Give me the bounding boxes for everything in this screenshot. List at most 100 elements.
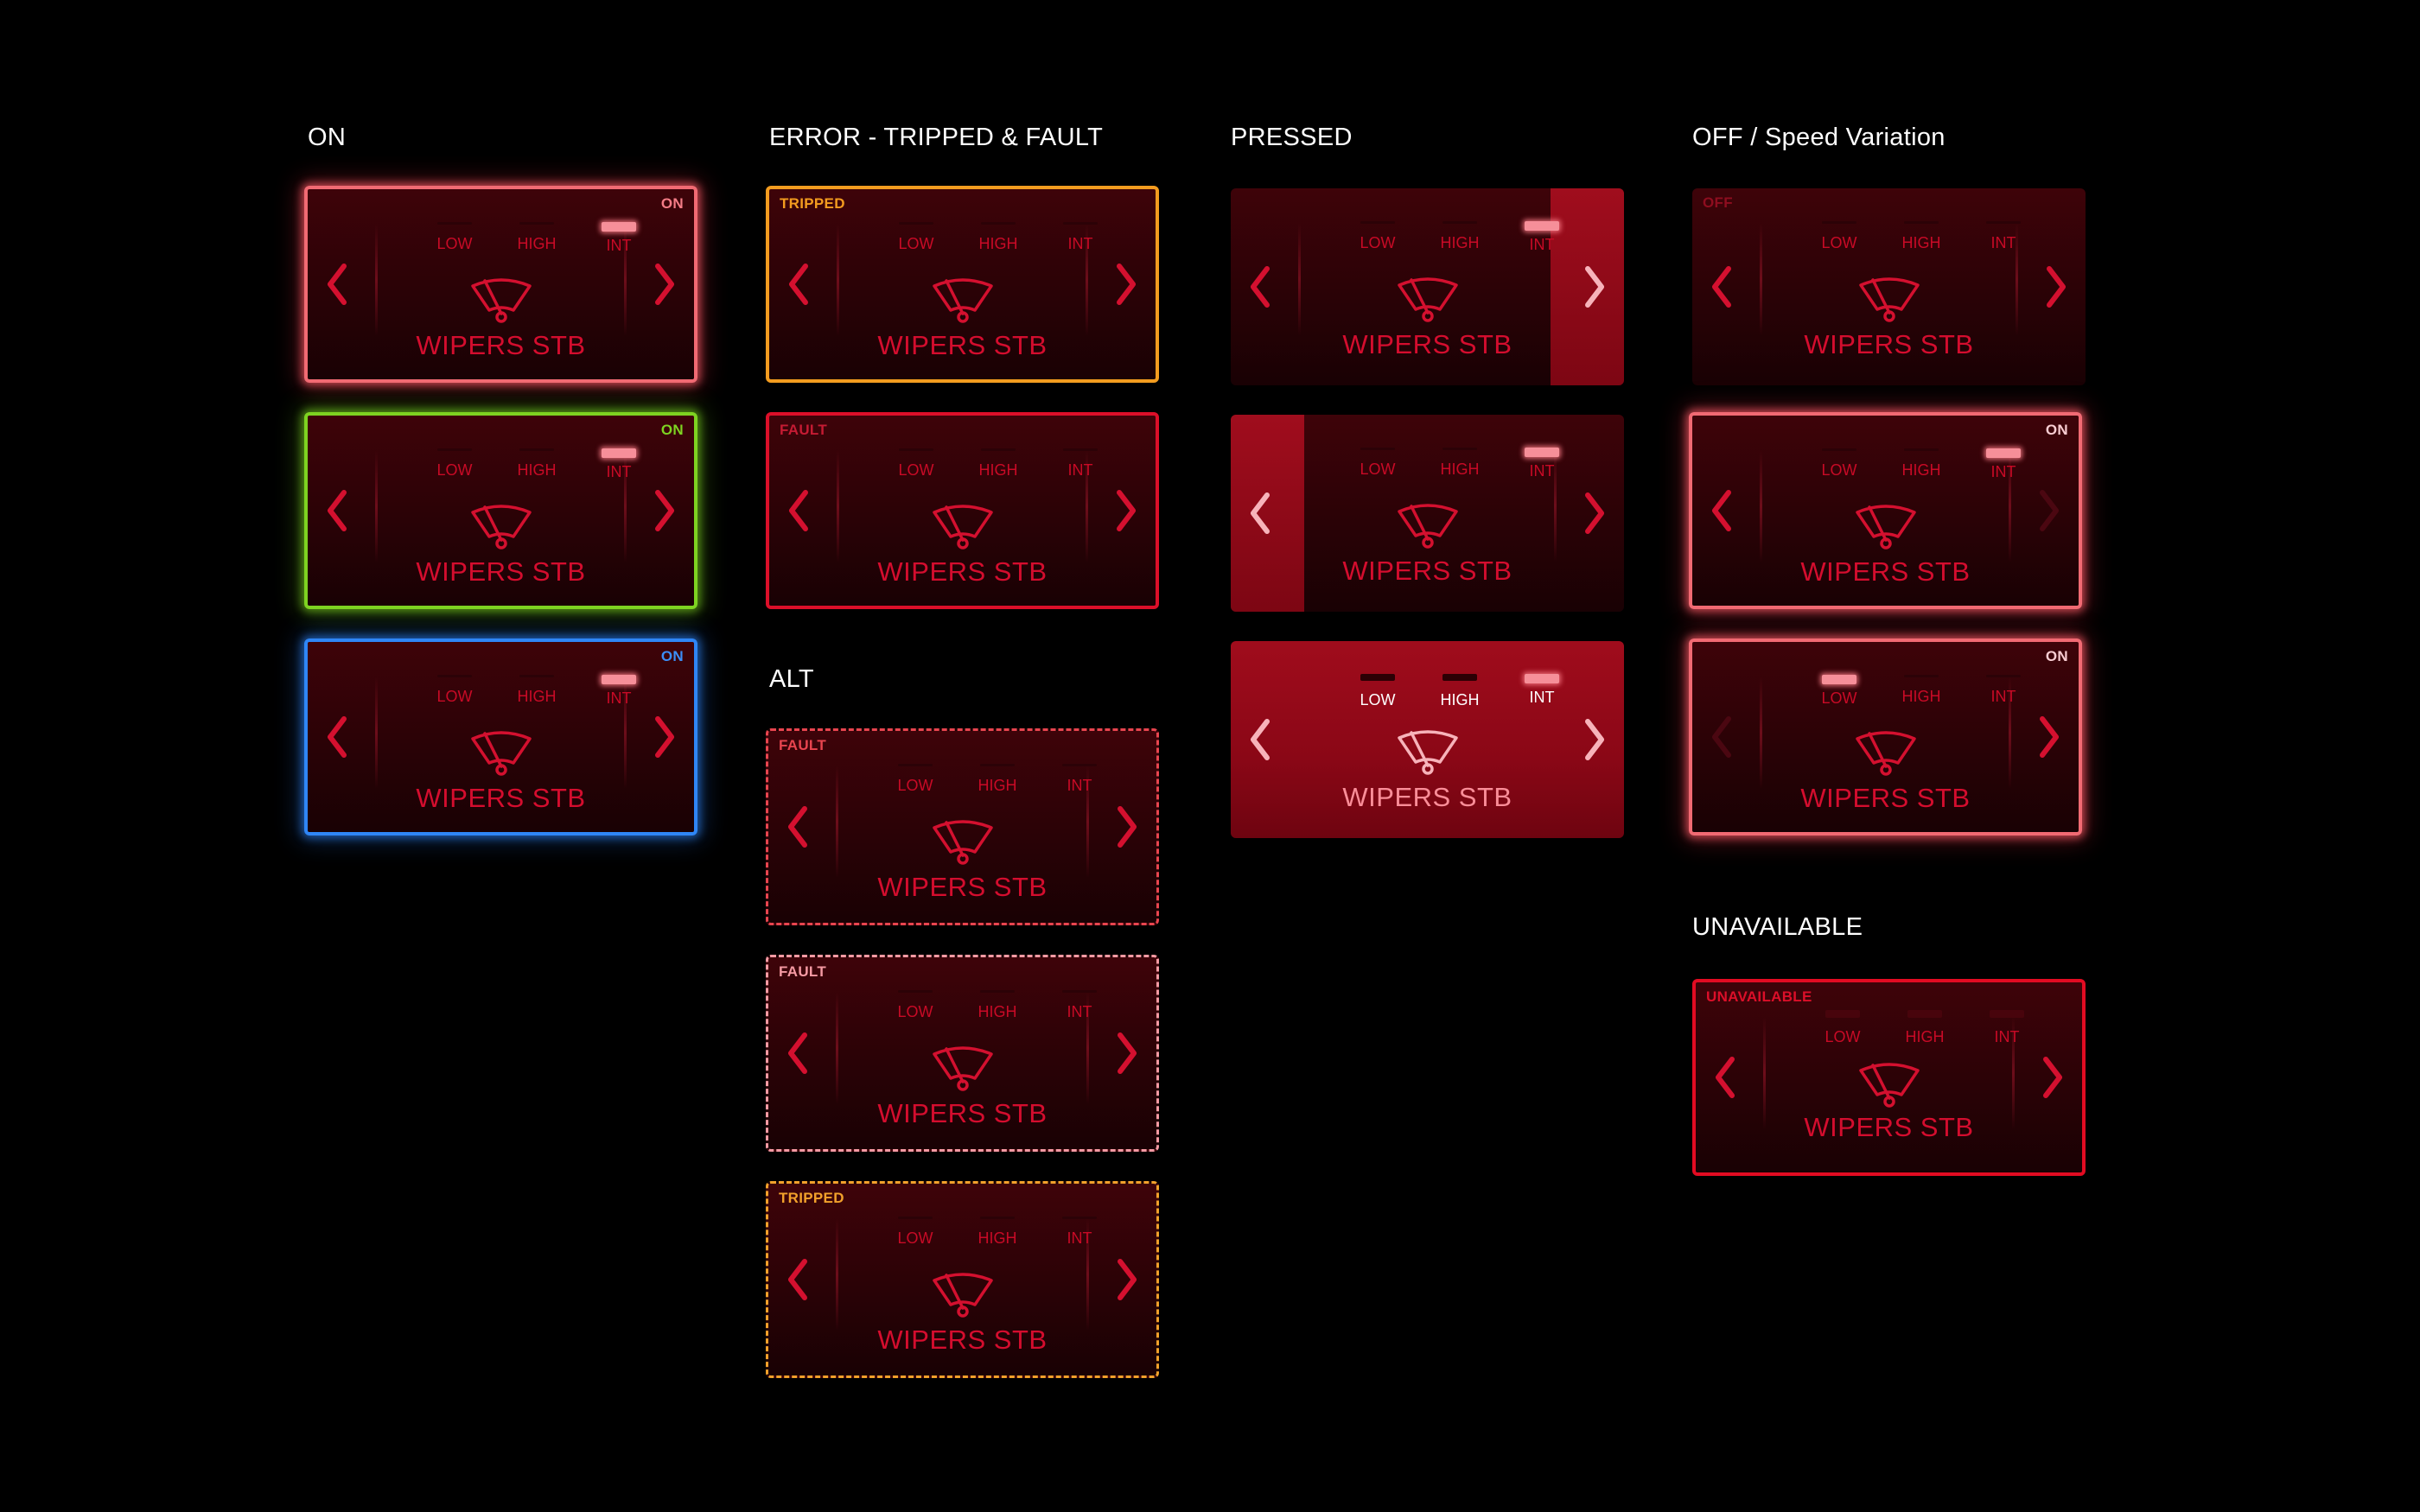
- speed-label: HIGH: [978, 1003, 1017, 1020]
- wiper-widget-speed-min[interactable]: ON LOW HIGH INT WIPERS STB: [1689, 638, 2082, 835]
- speed-label: LOW: [898, 461, 934, 479]
- speed-indicator: [1904, 448, 1939, 451]
- speed-int: INT: [1050, 448, 1111, 480]
- speed-label: INT: [1067, 1229, 1092, 1247]
- chevron-left-icon[interactable]: [778, 480, 821, 541]
- speed-int: INT: [1973, 675, 2034, 706]
- chevron-right-icon[interactable]: [1104, 480, 1147, 541]
- speed-indicator: [1525, 221, 1559, 231]
- divider: [375, 450, 378, 562]
- speed-indicator: [1062, 1217, 1097, 1219]
- speed-indicator: [898, 1217, 933, 1219]
- chevron-right-icon[interactable]: [642, 707, 685, 767]
- speed-label: HIGH: [1905, 1028, 1945, 1045]
- speed-label: HIGH: [517, 461, 557, 479]
- speed-indicator: [1360, 448, 1395, 450]
- speed-label: LOW: [1825, 1028, 1861, 1045]
- chevron-left-icon[interactable]: [1239, 709, 1283, 770]
- chevron-left-icon[interactable]: [316, 480, 360, 541]
- speed-int: INT: [1049, 1217, 1110, 1248]
- wiper-widget-on-green[interactable]: ON LOW HIGH INT WIPERS STB: [304, 412, 697, 609]
- chevron-right-icon[interactable]: [2027, 707, 2070, 767]
- wiper-widget-unavailable[interactable]: UNAVAILABLE LOW HIGH INT WIPERS STB: [1692, 979, 2086, 1176]
- speed-low: LOW: [424, 448, 485, 480]
- chevron-left-icon[interactable]: [778, 254, 821, 314]
- windshield-wiper-icon: [929, 817, 997, 866]
- wiper-widget-off[interactable]: OFF LOW HIGH INT WIPERS STB: [1692, 188, 2086, 385]
- wiper-widget-pressed-right[interactable]: LOW HIGH INT WIPERS STB: [1231, 188, 1624, 385]
- widget-label: WIPERS STB: [416, 783, 586, 813]
- divider: [1760, 450, 1762, 562]
- status-badge: ON: [660, 422, 684, 438]
- wiper-widget-pressed-left[interactable]: LOW HIGH INT WIPERS STB: [1231, 415, 1624, 612]
- chevron-right-icon[interactable]: [1572, 709, 1615, 770]
- speed-label: INT: [1529, 462, 1555, 480]
- chevron-right-icon[interactable]: [2034, 257, 2077, 317]
- chevron-left-icon[interactable]: [777, 1023, 820, 1083]
- speed-label: LOW: [1360, 461, 1396, 478]
- speed-indicator: [1063, 222, 1098, 225]
- speed-low: LOW: [886, 222, 946, 253]
- chevron-left-icon[interactable]: [1239, 257, 1283, 317]
- chevron-left-icon[interactable]: [777, 1249, 820, 1310]
- speed-label: LOW: [1821, 689, 1857, 707]
- wiper-widget-on-blue[interactable]: ON LOW HIGH INT WIPERS STB: [304, 638, 697, 835]
- speed-indicator: [1822, 675, 1856, 684]
- widget-label: WIPERS STB: [877, 556, 1048, 587]
- chevron-left-icon[interactable]: [1239, 483, 1283, 543]
- wiper-widget-alt-fault-red[interactable]: FAULT LOW HIGH INT WIPERS STB: [766, 728, 1159, 925]
- speed-indicator: [899, 222, 933, 225]
- chevron-left-icon[interactable]: [777, 797, 820, 857]
- chevron-right-icon[interactable]: [1105, 1249, 1148, 1310]
- chevron-left-icon[interactable]: [1701, 480, 1744, 541]
- speed-label: HIGH: [978, 235, 1018, 252]
- wiper-widget-pressed-full[interactable]: LOW HIGH INT WIPERS STB: [1231, 641, 1624, 838]
- widget-label: WIPERS STB: [1804, 1112, 1974, 1142]
- chevron-right-icon[interactable]: [642, 254, 685, 314]
- speed-indicator: [602, 448, 636, 458]
- divider: [837, 450, 839, 562]
- speed-int: INT: [1977, 1010, 2037, 1046]
- wiper-widget-fault[interactable]: FAULT LOW HIGH INT WIPERS STB: [766, 412, 1159, 609]
- chevron-right-icon[interactable]: [1105, 1023, 1148, 1083]
- chevron-right-icon[interactable]: [2027, 480, 2070, 541]
- section-title-pressed: PRESSED: [1231, 124, 1353, 151]
- speed-indicator: [1986, 221, 2021, 224]
- wiper-widget-speed-max[interactable]: ON LOW HIGH INT WIPERS STB: [1689, 412, 2082, 609]
- chevron-right-icon[interactable]: [1572, 257, 1615, 317]
- chevron-left-icon[interactable]: [1701, 257, 1744, 317]
- speed-indicator: [1063, 448, 1098, 451]
- speed-label: INT: [1990, 463, 2016, 480]
- chevron-right-icon[interactable]: [2030, 1047, 2073, 1108]
- speed-indicator: [1525, 674, 1559, 683]
- speed-high: HIGH: [506, 222, 567, 253]
- chevron-left-icon[interactable]: [316, 254, 360, 314]
- chevron-left-icon[interactable]: [1701, 707, 1744, 767]
- speed-indicator: [1442, 221, 1477, 224]
- chevron-right-icon[interactable]: [642, 480, 685, 541]
- speed-indicator: [1904, 675, 1939, 677]
- chevron-right-icon[interactable]: [1572, 483, 1615, 543]
- speed-low: LOW: [1347, 674, 1408, 709]
- wiper-widget-alt-fault-pink[interactable]: FAULT LOW HIGH INT WIPERS STB: [766, 955, 1159, 1152]
- speed-int: INT: [589, 222, 649, 255]
- speed-label: HIGH: [978, 461, 1018, 479]
- speed-indicator: [980, 1217, 1015, 1219]
- speed-indicator: [602, 222, 636, 232]
- windshield-wiper-icon: [468, 728, 535, 777]
- windshield-wiper-icon: [1852, 728, 1920, 777]
- chevron-right-icon[interactable]: [1105, 797, 1148, 857]
- speed-indicator: [1907, 1010, 1942, 1018]
- speed-indicator: [1986, 448, 2021, 458]
- chevron-right-icon[interactable]: [1104, 254, 1147, 314]
- wiper-widget-alt-tripped[interactable]: TRIPPED LOW HIGH INT WIPERS STB: [766, 1181, 1159, 1378]
- status-badge: ON: [2045, 648, 2068, 664]
- speed-label: INT: [1994, 1028, 2020, 1045]
- chevron-left-icon[interactable]: [1704, 1047, 1748, 1108]
- wiper-widget-tripped[interactable]: TRIPPED LOW HIGH INT WIPERS STB: [766, 186, 1159, 383]
- chevron-left-icon[interactable]: [316, 707, 360, 767]
- wiper-widget-on-red[interactable]: ON LOW HIGH INT WIPERS STB: [304, 186, 697, 383]
- speed-indicator: [1986, 675, 2021, 677]
- widget-label: WIPERS STB: [1342, 556, 1512, 586]
- speed-label: LOW: [1821, 234, 1857, 251]
